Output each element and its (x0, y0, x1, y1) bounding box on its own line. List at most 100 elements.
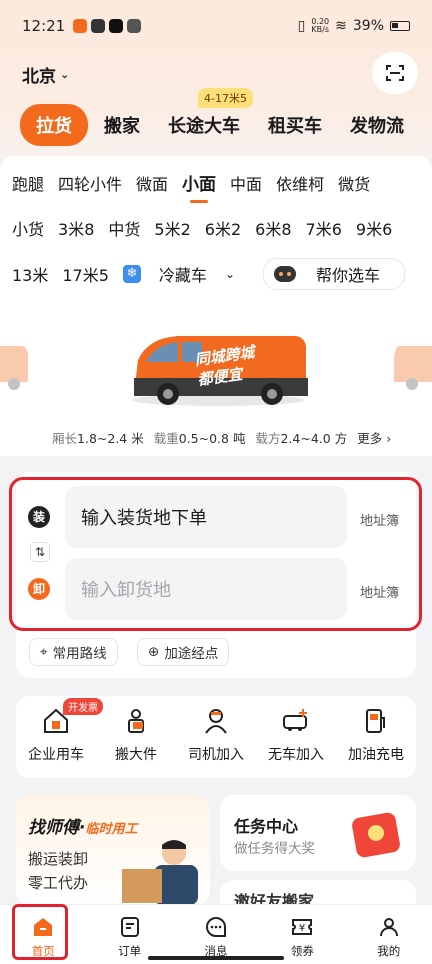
vehicle-option-selected[interactable]: 小面 (182, 170, 216, 203)
vehicle-option[interactable]: 5米2 (154, 216, 190, 240)
nav-orders[interactable]: 订单 (100, 915, 160, 959)
profile-icon (379, 918, 398, 937)
red-envelope-icon (352, 812, 400, 858)
vehicle-row-3: 13米 17米5 ❄ 冷藏车 ⌄ 帮你选车 (12, 258, 419, 290)
vehicle-option[interactable]: 13米 (12, 262, 48, 286)
gesture-bar (148, 956, 284, 960)
main-tabs: 拉货 搬家 长途大车 租买车 发物流 (20, 104, 432, 146)
service-no-car-join[interactable]: 无车加入 (257, 706, 335, 778)
tab-moving[interactable]: 搬家 (104, 112, 140, 138)
vehicle-row-2: 小货 3米8 中货 5米2 6米2 6米8 7米6 9米6 (12, 216, 406, 240)
vibrate-icon: ▯ (297, 18, 306, 34)
help-pick-vehicle-button[interactable]: 帮你选车 (263, 258, 406, 290)
vehicle-option[interactable]: 6米2 (205, 216, 241, 240)
van-banner-text: 同城跨城 都便宜 (193, 343, 256, 389)
services-grid: 开发票 企业用车 搬大件 司机加入 无车加入 加油充电 (16, 696, 416, 778)
tab-logistics[interactable]: 发物流 (350, 112, 404, 138)
vehicle-option[interactable]: 小货 (12, 216, 44, 240)
app-notification-icon (91, 19, 106, 33)
service-driver-join[interactable]: 司机加入 (177, 706, 255, 778)
status-bar: 12:21 ▯ 0.20 KB/s ≋ 39% (0, 0, 432, 52)
vehicle-option[interactable]: 17米5 (62, 262, 109, 286)
tab-long-haul[interactable]: 长途大车 (168, 112, 240, 138)
service-large-item[interactable]: 搬大件 (97, 706, 175, 778)
service-fuel-charge[interactable]: 加油充电 (337, 706, 415, 778)
vehicle-option[interactable]: 中面 (230, 171, 262, 195)
driver-icon (205, 709, 227, 734)
task-center-subtitle: 做任务得大奖 (234, 841, 315, 857)
wifi-icon: ≋ (335, 18, 347, 34)
help-pick-label: 帮你选车 (316, 266, 381, 285)
cold-chain-label: 冷藏车 (158, 266, 207, 285)
app-notification-icon (73, 19, 88, 33)
scan-icon (386, 65, 404, 81)
promo-find-worker[interactable]: 找师傅·临时用工 搬运装卸 零工代办 (16, 795, 210, 905)
tiktok-icon (109, 19, 124, 33)
home-highlight-outline (12, 904, 68, 960)
spec-length: 厢长1.8~2.4 米 (52, 431, 144, 446)
city-selector[interactable]: 北京 ⌄ (22, 62, 69, 87)
van-carousel-next (394, 346, 432, 390)
tab-freight[interactable]: 拉货 (20, 104, 88, 146)
address-highlight-outline (9, 477, 422, 631)
vehicle-option[interactable]: 跑腿 (12, 171, 44, 195)
vehicle-row-1: 跑腿 四轮小件 微面 小面 中面 依维柯 微货 (12, 170, 384, 203)
vehicle-specs: 厢长1.8~2.4 米 载重0.5~0.8 吨 载方2.4~4.0 方 更多 › (52, 428, 391, 447)
service-label: 搬大件 (115, 747, 157, 763)
location-pin-icon: ⌖ (40, 644, 48, 660)
nav-coupons[interactable]: ¥ 领券 (272, 915, 332, 959)
service-enterprise[interactable]: 开发票 企业用车 (17, 698, 103, 778)
task-center-card[interactable]: 任务中心 做任务得大奖 (220, 795, 416, 871)
city-label: 北京 (22, 67, 56, 87)
van-carousel-prev (0, 346, 28, 390)
spec-volume: 载方2.4~4.0 方 (255, 431, 348, 446)
service-label: 加油充电 (348, 747, 404, 763)
vehicle-option[interactable]: 中货 (108, 216, 140, 240)
chevron-down-icon: ⌄ (60, 68, 70, 81)
large-item-icon (128, 709, 144, 733)
car-plus-icon (283, 709, 307, 731)
tab-rent-buy[interactable]: 租买车 (268, 112, 322, 138)
add-stop-label: 加途经点 (164, 646, 219, 662)
svg-text:¥: ¥ (299, 923, 305, 934)
common-route-button[interactable]: ⌖ 常用路线 (29, 638, 118, 666)
chevron-down-icon: ⌄ (224, 267, 235, 281)
spec-load: 载重0.5~0.8 吨 (153, 431, 246, 446)
vehicle-option[interactable]: 四轮小件 (58, 171, 122, 195)
snowflake-icon: ❄ (122, 265, 141, 283)
vehicle-option[interactable]: 3米8 (58, 216, 94, 240)
vehicle-option[interactable]: 微面 (136, 171, 168, 195)
vehicle-option[interactable]: 依维柯 (276, 171, 324, 195)
orders-icon (120, 917, 139, 937)
common-route-label: 常用路线 (52, 646, 107, 662)
service-label: 司机加入 (188, 747, 244, 763)
message-icon (205, 916, 226, 937)
nav-label: 我的 (377, 944, 401, 958)
scan-button[interactable] (372, 52, 418, 94)
vehicle-option[interactable]: 微货 (338, 171, 370, 195)
app-notification-icon (127, 19, 142, 33)
status-time: 12:21 (22, 17, 66, 35)
status-app-icons (73, 19, 142, 33)
worker-illustration (122, 840, 198, 905)
robot-icon (274, 266, 296, 282)
fuel-pump-icon (366, 709, 385, 733)
coupon-icon: ¥ (292, 919, 313, 935)
task-center-title: 任务中心 (234, 817, 299, 836)
net-speed: 0.20 KB/s (311, 17, 330, 34)
service-label: 企业用车 (28, 747, 84, 763)
add-stop-button[interactable]: ⊕ 加途经点 (137, 638, 230, 666)
vehicle-option[interactable]: 6米8 (255, 216, 291, 240)
vehicle-option[interactable]: 9米6 (356, 216, 392, 240)
vehicle-option[interactable]: 7米6 (306, 216, 342, 240)
cold-chain-dropdown[interactable]: ❄ 冷藏车 ⌄ (122, 262, 249, 286)
nav-profile[interactable]: 我的 (359, 915, 419, 959)
battery-percent: 39% (352, 18, 384, 34)
nav-label: 领券 (290, 944, 314, 958)
service-label: 无车加入 (268, 747, 324, 763)
specs-more-link[interactable]: 更多 › (357, 428, 391, 447)
nav-label: 订单 (118, 944, 142, 958)
plus-circle-icon: ⊕ (148, 644, 160, 660)
nav-messages[interactable]: 消息 (186, 915, 246, 959)
battery-icon (390, 21, 410, 31)
